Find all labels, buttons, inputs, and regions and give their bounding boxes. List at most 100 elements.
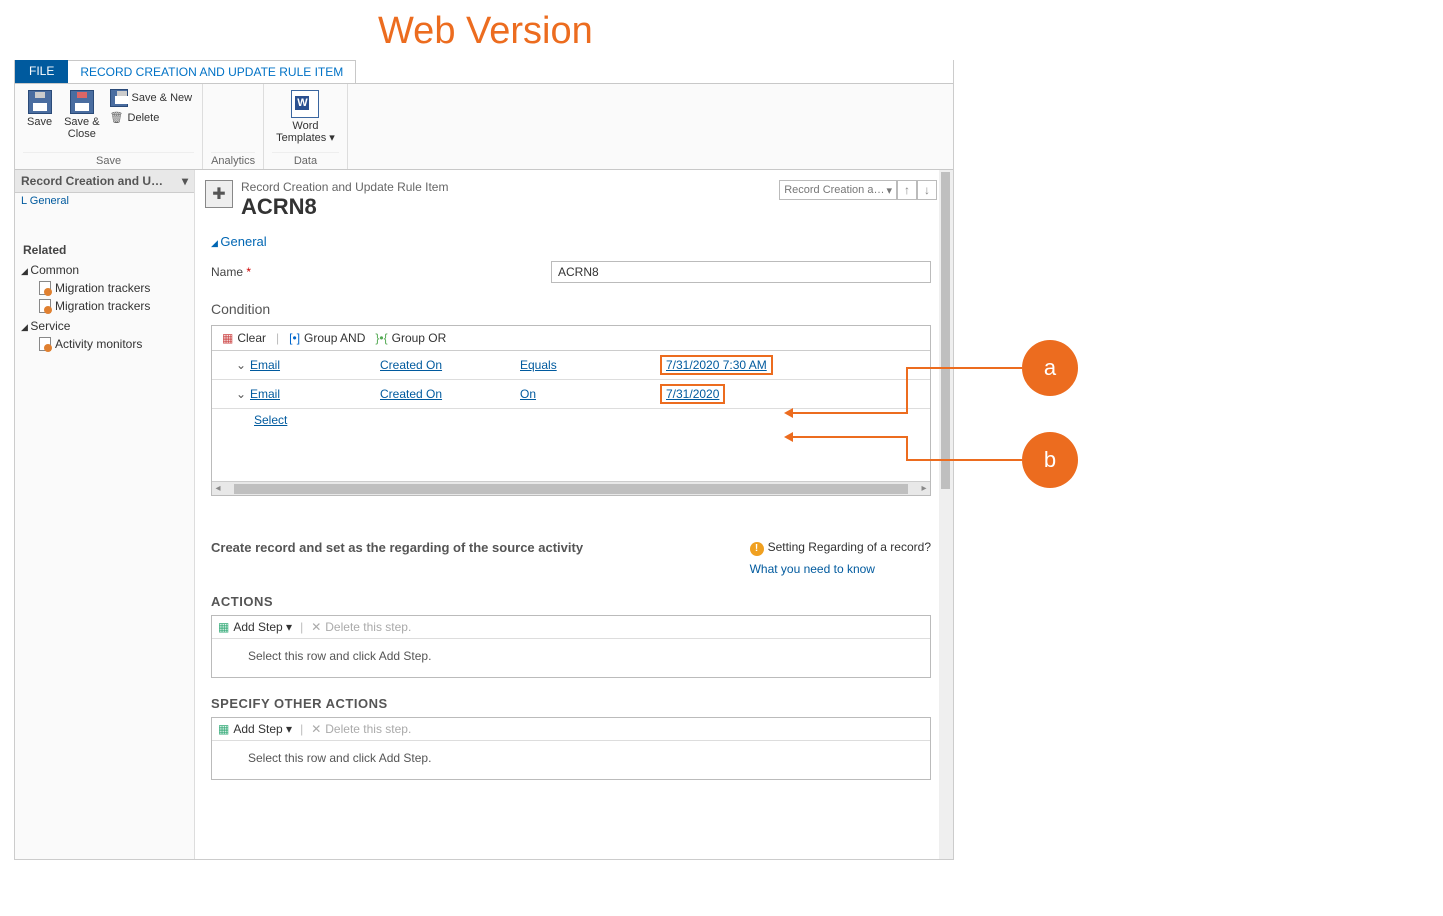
add-step-button-2[interactable]: Add Step ▾ [233, 722, 292, 736]
page-annotation-title: Web Version [378, 10, 593, 53]
delete-button[interactable]: 🗑 Delete [108, 110, 195, 125]
group-and-label: Group AND [304, 331, 365, 345]
nav-header-label: Record Creation and U… [21, 174, 163, 188]
group-and-button[interactable]: [•] Group AND [285, 330, 369, 346]
nav-general[interactable]: L General [15, 193, 194, 213]
info-box: ! Setting Regarding of a record? What you… [750, 540, 931, 576]
save-new-icon [110, 89, 128, 107]
group-or-label: Group OR [392, 331, 447, 345]
ribbon-label-data: Data [272, 152, 339, 169]
add-step-icon: ▦ [218, 722, 229, 736]
save-button[interactable]: Save [23, 88, 56, 130]
name-field-row: Name * [211, 261, 931, 283]
callout-line-a-2 [906, 367, 1022, 369]
callout-line-a [792, 412, 908, 414]
callout-line-a-v [906, 367, 908, 414]
group-and-icon: [•] [289, 331, 300, 345]
delete-label: Delete [128, 112, 160, 124]
nav-common[interactable]: Common [15, 259, 194, 279]
info-link[interactable]: What you need to know [750, 562, 931, 576]
word-templates-label: Word Templates ▾ [276, 120, 335, 144]
callout-b: b [1022, 432, 1078, 488]
separator: | [296, 620, 307, 634]
content-area: General Name * Condition ▦Clear | [•] Gro… [195, 220, 953, 853]
select-link[interactable]: Select [254, 413, 287, 427]
cond1-field[interactable]: Created On [380, 358, 520, 372]
record-icon: ✚ [205, 180, 233, 208]
cond1-value[interactable]: 7/31/2020 7:30 AM [666, 358, 767, 372]
save-close-icon [70, 90, 94, 114]
chevron-down-icon: ▾ [182, 174, 188, 188]
vertical-scrollbar[interactable] [939, 170, 953, 859]
save-new-label: Save & New [132, 92, 193, 104]
nav-service[interactable]: Service [15, 315, 194, 335]
specify-heading: SPECIFY OTHER ACTIONS [211, 696, 931, 711]
condition-row-2: ⌄ Email Created On On 7/31/2020 [212, 380, 930, 409]
cond2-entity[interactable]: Email [250, 387, 380, 401]
nav-migration-1[interactable]: Migration trackers [15, 279, 194, 297]
record-type: Record Creation and Update Rule Item [241, 180, 448, 194]
main-panel: ✚ Record Creation and Update Rule Item A… [195, 170, 953, 859]
left-nav: Record Creation and U… ▾ L General Relat… [15, 170, 195, 859]
ribbon: Save Save & Close Save & New 🗑 Delete [15, 84, 953, 170]
header-dropdown[interactable]: Record Creation a…▾ [779, 180, 897, 200]
callout-line-b-2 [906, 459, 1022, 461]
trash-icon: 🗑 [110, 111, 124, 124]
delete-step-button: Delete this step. [325, 620, 411, 634]
nav-activity-label: Activity monitors [55, 337, 142, 351]
separator: | [272, 331, 283, 345]
group-or-button[interactable]: }•{ Group OR [371, 330, 450, 346]
name-label: Name * [211, 265, 551, 279]
info-icon: ! [750, 542, 764, 556]
nav-header[interactable]: Record Creation and U… ▾ [15, 170, 194, 193]
info-title: Setting Regarding of a record? [768, 540, 931, 554]
nav-migration-2[interactable]: Migration trackers [15, 297, 194, 315]
ribbon-group-analytics: Analytics [203, 84, 264, 169]
name-input[interactable] [551, 261, 931, 283]
nav-migration-2-label: Migration trackers [55, 299, 150, 313]
actions-toolbar: ▦ Add Step ▾ | ✕ Delete this step. [212, 616, 930, 639]
nav-migration-1-label: Migration trackers [55, 281, 150, 295]
tracker-icon [39, 281, 51, 295]
cond1-operator[interactable]: Equals [520, 358, 660, 372]
ribbon-group-data: Word Templates ▾ Data [264, 84, 348, 169]
separator: | [296, 722, 307, 736]
cond2-value[interactable]: 7/31/2020 [666, 387, 719, 401]
actions-box: ▦ Add Step ▾ | ✕ Delete this step. Selec… [211, 615, 931, 678]
condition-row-1: ⌄ Email Created On Equals 7/31/2020 7:30… [212, 351, 930, 380]
prev-record-button[interactable]: ↑ [897, 180, 917, 200]
save-icon [28, 90, 52, 114]
condition-toolbar: ▦Clear | [•] Group AND }•{ Group OR [212, 326, 930, 351]
lower-section: Create record and set as the regarding o… [211, 540, 931, 780]
create-record-heading: Create record and set as the regarding o… [211, 540, 583, 555]
chevron-down-icon[interactable]: ⌄ [236, 387, 250, 401]
save-close-button[interactable]: Save & Close [60, 88, 103, 142]
word-templates-button[interactable]: Word Templates ▾ [272, 88, 339, 146]
callout-a: a [1022, 340, 1078, 396]
cond2-operator[interactable]: On [520, 387, 660, 401]
ribbon-label-analytics: Analytics [211, 152, 255, 169]
specify-hint: Select this row and click Add Step. [212, 741, 930, 779]
section-general[interactable]: General [211, 228, 931, 255]
cond2-field[interactable]: Created On [380, 387, 520, 401]
nav-related: Related [15, 237, 194, 259]
monitor-icon [39, 337, 51, 351]
callout-line-b [792, 436, 908, 438]
chevron-down-icon[interactable]: ⌄ [236, 358, 250, 372]
tab-file[interactable]: FILE [15, 60, 68, 83]
tab-bar: FILE RECORD CREATION AND UPDATE RULE ITE… [15, 60, 953, 84]
cond1-entity[interactable]: Email [250, 358, 380, 372]
condition-heading: Condition [211, 301, 931, 317]
save-new-button[interactable]: Save & New [108, 88, 195, 108]
horizontal-scrollbar[interactable]: ◂▸ [212, 481, 930, 495]
tab-rule-item[interactable]: RECORD CREATION AND UPDATE RULE ITEM [68, 60, 356, 83]
group-or-icon: }•{ [375, 331, 387, 345]
next-record-button[interactable]: ↓ [917, 180, 937, 200]
add-step-icon: ▦ [218, 620, 229, 634]
tracker-icon [39, 299, 51, 313]
nav-activity[interactable]: Activity monitors [15, 335, 194, 353]
delete-step-icon: ✕ [311, 620, 321, 634]
record-name: ACRN8 [241, 194, 448, 220]
clear-button[interactable]: ▦Clear [218, 330, 270, 346]
add-step-button[interactable]: Add Step ▾ [233, 620, 292, 634]
